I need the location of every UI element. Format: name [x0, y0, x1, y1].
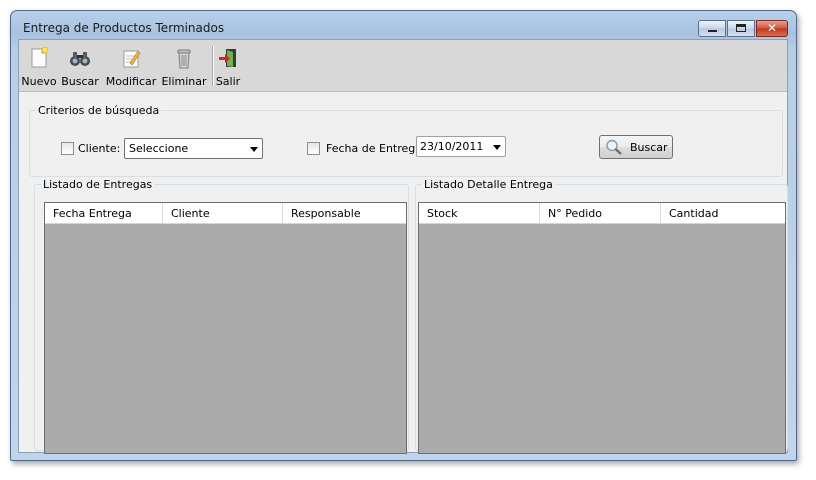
date-checkbox[interactable] — [307, 142, 320, 155]
toolbar-exit-label: Salir — [215, 75, 241, 88]
toolbar-new-label: Nuevo — [21, 75, 57, 88]
new-document-icon — [31, 47, 49, 68]
details-grid[interactable]: Stock N° Pedido Cantidad — [418, 202, 786, 454]
caption-buttons: ✕ — [697, 20, 788, 38]
date-picker[interactable]: 23/10/2011 — [416, 136, 506, 157]
column-header-stock[interactable]: Stock — [419, 203, 540, 223]
window-client-area: Nuevo Buscar Modificar Eliminar Salir Cr… — [18, 39, 788, 454]
deliveries-grid[interactable]: Fecha Entrega Cliente Responsable — [44, 202, 407, 454]
column-header-pedido[interactable]: N° Pedido — [540, 203, 661, 223]
toolbar-new-button[interactable]: Nuevo — [21, 42, 57, 90]
column-header-responsable[interactable]: Responsable — [283, 203, 406, 223]
column-header-cliente[interactable]: Cliente — [163, 203, 283, 223]
trash-icon — [177, 49, 191, 69]
toolbar: Nuevo Buscar Modificar Eliminar Salir — [19, 40, 787, 92]
client-combobox-value: Seleccione — [129, 142, 189, 155]
date-picker-value: 23/10/2011 — [420, 140, 484, 153]
maximize-icon — [736, 24, 746, 32]
minimize-button[interactable] — [698, 20, 726, 37]
magnifier-icon — [606, 139, 622, 155]
calendar-dropdown-icon — [493, 145, 501, 150]
toolbar-delete-label: Eliminar — [161, 75, 207, 88]
search-button-label: Buscar — [630, 141, 668, 154]
column-header-fecha-entrega[interactable]: Fecha Entrega — [45, 203, 163, 223]
toolbar-separator — [212, 46, 214, 86]
edit-icon — [123, 50, 141, 68]
client-label: Cliente: — [78, 142, 121, 155]
toolbar-search-button[interactable]: Buscar — [59, 42, 101, 90]
search-button[interactable]: Buscar — [599, 135, 673, 159]
chevron-down-icon — [250, 147, 258, 152]
minimize-icon — [708, 30, 717, 32]
search-criteria-legend: Criterios de búsqueda — [38, 104, 160, 117]
details-legend: Listado Detalle Entrega — [424, 178, 553, 191]
exit-door-icon — [219, 49, 236, 67]
toolbar-edit-button[interactable]: Modificar — [103, 42, 159, 90]
date-label: Fecha de Entrega: — [326, 142, 426, 155]
details-grid-header: Stock N° Pedido Cantidad — [419, 203, 785, 224]
main-window: Entrega de Productos Terminados ✕ Nuevo — [10, 10, 797, 461]
deliveries-legend: Listado de Entregas — [43, 178, 153, 191]
toolbar-edit-label: Modificar — [105, 75, 157, 88]
close-button[interactable]: ✕ — [756, 20, 788, 37]
client-combobox[interactable]: Seleccione — [124, 138, 263, 159]
binoculars-icon — [70, 52, 90, 66]
window-title: Entrega de Productos Terminados — [23, 21, 225, 35]
close-icon: ✕ — [766, 21, 778, 35]
toolbar-delete-button[interactable]: Eliminar — [161, 42, 207, 90]
deliveries-grid-header: Fecha Entrega Cliente Responsable — [45, 203, 406, 224]
toolbar-exit-button[interactable]: Salir — [215, 42, 241, 90]
column-header-cantidad[interactable]: Cantidad — [661, 203, 785, 223]
maximize-button[interactable] — [727, 20, 755, 37]
client-checkbox[interactable] — [61, 142, 74, 155]
toolbar-search-label: Buscar — [61, 75, 99, 88]
